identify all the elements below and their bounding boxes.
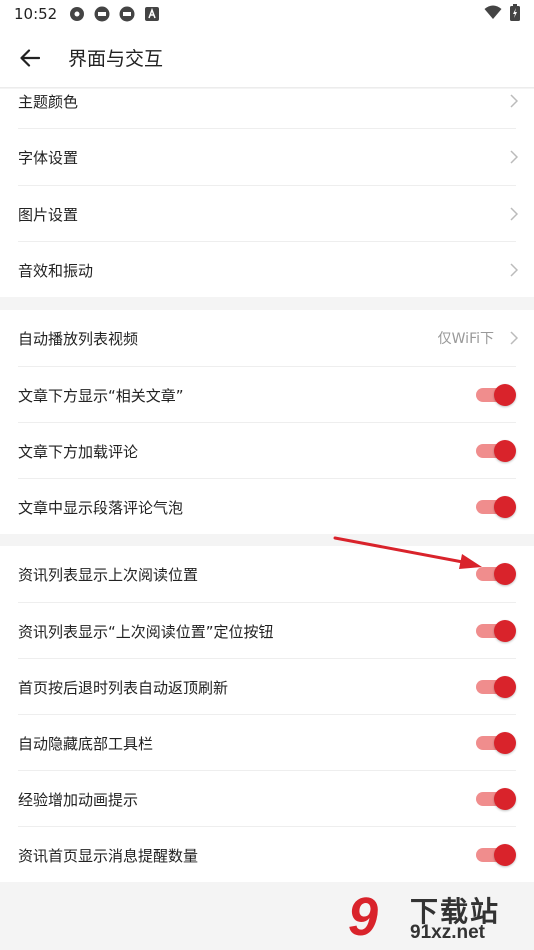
setting-row-theme-color[interactable]: 主题颜色: [0, 73, 534, 129]
setting-value: 仅WiFi下: [437, 331, 494, 347]
toggle-switch[interactable]: [476, 732, 516, 754]
setting-label: 文章下方显示“相关文章”: [18, 386, 184, 405]
watermark-url: 91xz.net: [410, 922, 485, 943]
app-badge-icon: [119, 6, 135, 22]
settings-gear-icon: [69, 6, 85, 22]
chevron-right-icon: [510, 331, 518, 345]
toggle-switch[interactable]: [476, 676, 516, 698]
setting-label: 音效和振动: [18, 261, 94, 280]
settings-group-article: 自动播放列表视频 仅WiFi下 文章下方显示“相关文章” 文章下方加载评论 文章…: [0, 310, 534, 534]
setting-row-related-articles: 文章下方显示“相关文章”: [0, 367, 534, 423]
toggle-switch[interactable]: [476, 844, 516, 866]
setting-label: 资讯首页显示消息提醒数量: [18, 846, 199, 865]
setting-row-back-refresh: 首页按后退时列表自动返顶刷新: [0, 659, 534, 715]
status-time: 10:52: [14, 5, 58, 23]
setting-row-load-comments: 文章下方加载评论: [0, 423, 534, 479]
settings-group-display: 主题颜色 字体设置 图片设置 音效和振动: [0, 89, 534, 297]
chevron-right-icon: [510, 263, 518, 277]
setting-label: 图片设置: [18, 205, 79, 224]
chevron-right-icon: [510, 150, 518, 164]
toggle-switch[interactable]: [476, 620, 516, 642]
toggle-switch[interactable]: [476, 440, 516, 462]
setting-label: 自动隐藏底部工具栏: [18, 734, 154, 753]
toggle-switch[interactable]: [476, 563, 516, 585]
a-badge-icon: [144, 6, 160, 22]
setting-label: 资讯列表显示“上次阅读位置”定位按钮: [18, 622, 274, 641]
setting-row-sound[interactable]: 音效和振动: [0, 242, 534, 298]
setting-row-hide-toolbar: 自动隐藏底部工具栏: [0, 715, 534, 771]
watermark-logo: 9: [348, 887, 379, 947]
arrow-left-icon: [20, 48, 40, 67]
app-badge-icon: [94, 6, 110, 22]
setting-row-image[interactable]: 图片设置: [0, 186, 534, 242]
toggle-switch[interactable]: [476, 788, 516, 810]
settings-group-feed: 资讯列表显示上次阅读位置 资讯列表显示“上次阅读位置”定位按钮 首页按后退时列表…: [0, 546, 534, 882]
setting-label: 字体设置: [18, 148, 79, 167]
setting-row-comment-bubbles: 文章中显示段落评论气泡: [0, 479, 534, 535]
wifi-icon: [484, 5, 502, 24]
watermark: 9 下载站 91xz.net: [348, 888, 528, 946]
setting-row-exp-animation: 经验增加动画提示: [0, 771, 534, 827]
chevron-right-icon: [510, 207, 518, 221]
chevron-right-icon: [510, 94, 518, 108]
setting-label: 文章下方加载评论: [18, 442, 139, 461]
setting-label: 文章中显示段落评论气泡: [18, 498, 184, 517]
toggle-switch[interactable]: [476, 384, 516, 406]
setting-row-message-count: 资讯首页显示消息提醒数量: [0, 827, 534, 883]
page-title: 界面与交互: [68, 48, 164, 70]
setting-row-font[interactable]: 字体设置: [0, 129, 534, 185]
setting-row-autoplay[interactable]: 自动播放列表视频 仅WiFi下: [0, 310, 534, 366]
battery-icon: [510, 3, 520, 25]
setting-row-last-read-button: 资讯列表显示“上次阅读位置”定位按钮: [0, 603, 534, 659]
setting-row-last-read-position: 资讯列表显示上次阅读位置: [0, 546, 534, 602]
setting-label: 自动播放列表视频: [18, 329, 139, 348]
setting-label: 首页按后退时列表自动返顶刷新: [18, 678, 229, 697]
status-bar: 10:52: [0, 0, 534, 28]
toggle-switch[interactable]: [476, 496, 516, 518]
setting-label: 经验增加动画提示: [18, 790, 139, 809]
setting-label: 主题颜色: [18, 92, 79, 111]
setting-label: 资讯列表显示上次阅读位置: [18, 565, 199, 584]
